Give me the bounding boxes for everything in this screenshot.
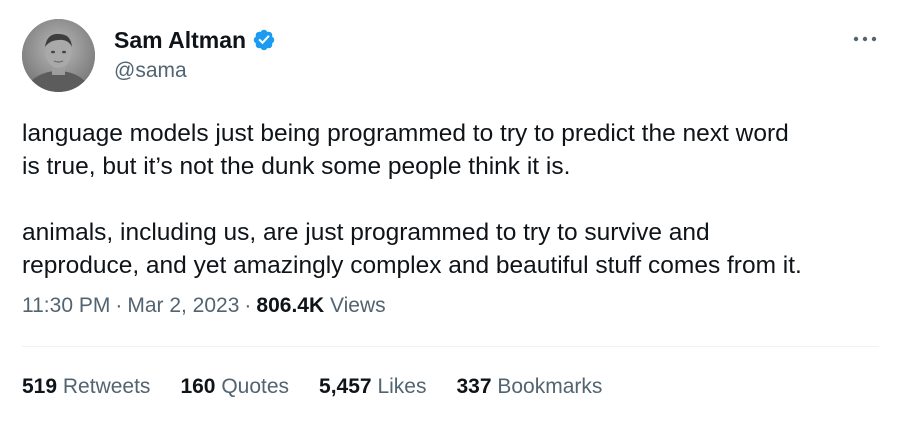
quotes-stat[interactable]: 160 Quotes bbox=[180, 374, 289, 400]
quotes-count: 160 bbox=[180, 375, 216, 398]
tweet-text: language models just being programmed to… bbox=[22, 117, 882, 282]
divider bbox=[22, 346, 879, 347]
meta-separator: · bbox=[244, 294, 252, 317]
retweets-count: 519 bbox=[22, 375, 58, 398]
tweet-paragraph: animals, including us, are just programm… bbox=[22, 219, 802, 279]
retweets-label: Retweets bbox=[62, 375, 151, 398]
meta-separator: · bbox=[115, 294, 123, 317]
likes-label: Likes bbox=[377, 375, 427, 398]
verified-badge-icon[interactable] bbox=[252, 28, 276, 52]
bookmarks-count: 337 bbox=[456, 375, 492, 398]
tweet-card: Sam Altman @sama language models just be… bbox=[0, 0, 900, 425]
tweet-paragraph: language models just being programmed to… bbox=[22, 120, 789, 180]
tweet-date[interactable]: Mar 2, 2023 bbox=[127, 294, 239, 317]
likes-stat[interactable]: 5,457 Likes bbox=[319, 374, 426, 400]
author-handle[interactable]: @sama bbox=[114, 58, 187, 84]
views-label: Views bbox=[329, 294, 386, 317]
author-name-row: Sam Altman bbox=[114, 26, 276, 54]
likes-count: 5,457 bbox=[319, 375, 372, 398]
engagement-stats: 519 Retweets 160 Quotes 5,457 Likes 337 … bbox=[22, 374, 632, 400]
tweet-metadata: 11:30 PM · Mar 2, 2023 · 806.4K Views bbox=[22, 293, 386, 319]
author-display-name[interactable]: Sam Altman bbox=[114, 26, 246, 54]
tweet-time[interactable]: 11:30 PM bbox=[22, 294, 110, 317]
bookmarks-label: Bookmarks bbox=[497, 375, 603, 398]
avatar[interactable] bbox=[22, 19, 95, 92]
views-count: 806.4K bbox=[256, 294, 325, 317]
bookmarks-stat[interactable]: 337 Bookmarks bbox=[456, 374, 602, 400]
avatar-photo bbox=[22, 19, 95, 92]
quotes-label: Quotes bbox=[221, 375, 290, 398]
retweets-stat[interactable]: 519 Retweets bbox=[22, 374, 150, 400]
more-options-icon[interactable] bbox=[852, 32, 878, 44]
